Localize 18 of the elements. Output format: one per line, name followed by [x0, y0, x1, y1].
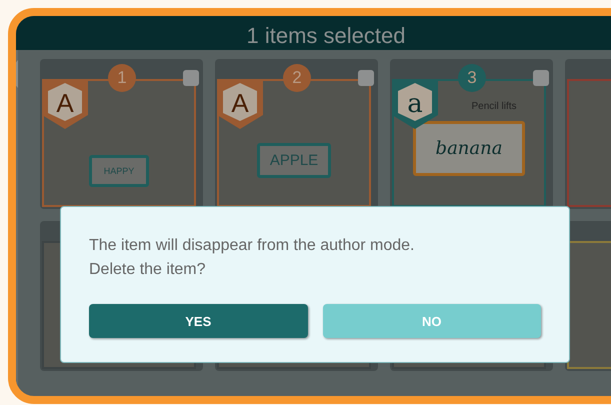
item-card[interactable]: A HAPPY 1: [40, 59, 203, 209]
item-number: 3: [458, 64, 486, 92]
item-checkbox[interactable]: [183, 70, 199, 86]
letter-badge-icon: a: [392, 79, 438, 129]
yes-button[interactable]: YES: [89, 304, 308, 338]
word-card: HAPPY: [88, 155, 150, 187]
dialog-question: Delete the item?: [89, 260, 207, 280]
word-card: APPLE: [256, 143, 332, 178]
item-number: 1: [108, 64, 136, 92]
selection-title: 1 items selected: [246, 22, 406, 50]
item-checkbox[interactable]: [358, 70, 374, 86]
item-card[interactable]: A APPLE 2: [215, 59, 378, 209]
item-checkbox[interactable]: [533, 70, 549, 86]
letter-badge-icon: A: [217, 79, 263, 129]
dialog-message: The item will disappear from the author mode.: [89, 236, 416, 256]
item-number: 2: [283, 64, 311, 92]
letter-badge-icon: A: [42, 79, 88, 129]
word-card: banana: [412, 121, 526, 176]
